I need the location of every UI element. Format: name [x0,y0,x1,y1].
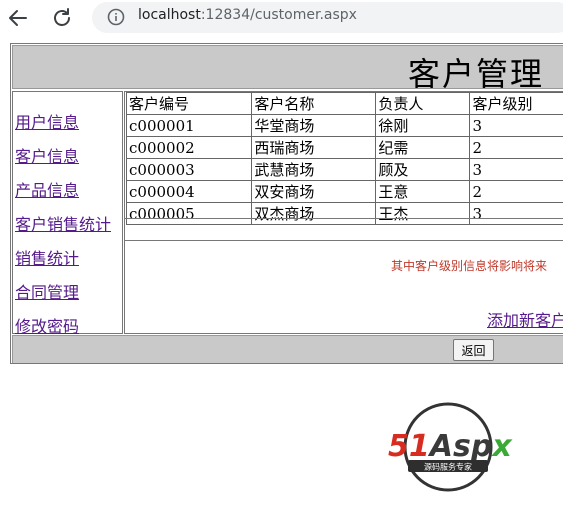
logo-wordmark: 51Aspx [388,429,513,464]
table-row: c000001 华堂商场 徐刚 3 [125,114,563,137]
logo-tagline: 源码服务专家 [424,462,472,472]
divider [125,240,563,241]
sidebar-item-customer-info[interactable]: 客户信息 [15,143,79,167]
sidebar-item-sales-stats[interactable]: 销售统计 [15,245,79,269]
table-header-row: 客户编号 客户名称 负责人 客户级别 [125,92,563,115]
table-cell: c000002 [125,136,253,159]
browser-toolbar: localhost:12834/customer.aspx [0,0,563,36]
column-header: 客户名称 [251,92,377,115]
table-cell: 徐刚 [375,114,471,137]
table-row: c000002 西瑞商场 纪需 2 [125,136,563,159]
sidebar-item-product-info[interactable]: 产品信息 [15,177,79,201]
table-cell: 武慧商场 [251,158,377,181]
sidebar-item-customer-sales-stats[interactable]: 客户销售统计 [15,211,111,235]
table-row: c000003 武慧商场 顾及 3 [125,158,563,181]
add-customer-link[interactable]: 添加新客户 [487,307,563,331]
sidebar-item-user-info[interactable]: 用户信息 [15,109,79,133]
table-cell: 3 [469,114,563,137]
divider [125,218,563,219]
customer-table: 客户编号 客户名称 负责人 客户级别 c000001 华堂商场 徐刚 3 c00… [125,92,563,225]
table-cell: 双杰商场 [251,202,377,225]
sidebar-item-contract-management[interactable]: 合同管理 [15,279,79,303]
table-cell: 华堂商场 [251,114,377,137]
url-text[interactable]: localhost:12834/customer.aspx [138,7,357,23]
url-path: :12834/customer.aspx [200,7,357,23]
sidebar-nav: 用户信息 客户信息 产品信息 客户销售统计 销售统计 合同管理 修改密码 [12,91,123,337]
brand-logo: 51Aspx 源码服务专家 [388,400,513,498]
table-cell: 王意 [375,180,471,203]
table-cell: 2 [469,180,563,203]
table-cell: 王杰 [375,202,471,225]
table-cell: 顾及 [375,158,471,181]
back-button[interactable]: 返回 [453,339,494,361]
page-title: 客户管理 [408,55,545,93]
table-row: c000004 双安商场 王意 2 [125,180,563,203]
page-header: 客户管理 [12,45,563,93]
column-header: 客户编号 [125,92,253,115]
back-arrow-icon[interactable] [6,6,30,30]
table-cell: c000005 [125,202,253,225]
table-cell: 双安商场 [251,180,377,203]
page-frame: 客户管理 用户信息 客户信息 产品信息 客户销售统计 销售统计 合同管理 修改密… [10,43,563,364]
level-note-text: 其中客户级别信息将影响将来 [391,259,548,273]
url-host: localhost [138,7,201,23]
table-cell: 西瑞商场 [251,136,377,159]
table-cell: c000004 [125,180,253,203]
main-content: 客户编号 客户名称 负责人 客户级别 c000001 华堂商场 徐刚 3 c00… [124,91,563,334]
table-cell: c000001 [125,114,253,137]
column-header: 客户级别 [469,92,563,115]
site-info-icon[interactable] [106,7,126,27]
page-footer: 返回 [12,335,563,363]
table-cell: 纪需 [375,136,471,159]
reload-icon[interactable] [50,6,74,30]
table-cell: 3 [469,158,563,181]
table-cell: 2 [469,136,563,159]
sidebar-item-change-password[interactable]: 修改密码 [15,313,79,337]
table-row: c000005 双杰商场 王杰 3 [125,202,563,225]
table-cell: 3 [469,202,563,225]
table-cell: c000003 [125,158,253,181]
column-header: 负责人 [375,92,471,115]
